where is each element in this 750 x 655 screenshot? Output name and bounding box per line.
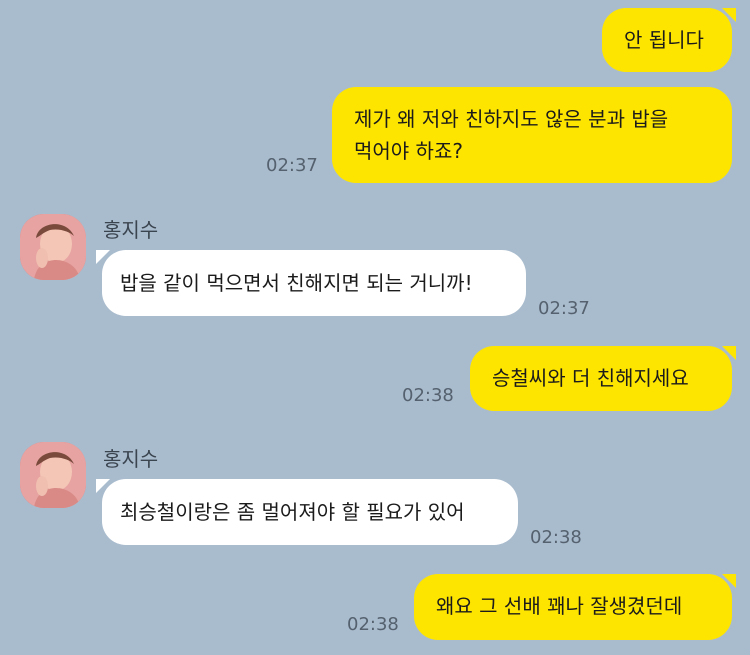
- message-text: 최승철이랑은 좀 멀어져야 할 필요가 있어: [120, 500, 465, 524]
- message-text-line: 제가 왜 저와 친하지도 않은 분과 밥을: [354, 107, 669, 131]
- message-text-line: 먹어야 하죠?: [354, 139, 463, 163]
- message-timestamp: 02:38: [530, 527, 582, 548]
- outgoing-message-bubble[interactable]: 왜요 그 선배 꽤나 잘생겼던데: [414, 574, 732, 640]
- incoming-message-bubble[interactable]: 밥을 같이 먹으면서 친해지면 되는 거니까!: [102, 250, 526, 316]
- sender-avatar[interactable]: [20, 214, 86, 280]
- outgoing-message-bubble[interactable]: 제가 왜 저와 친하지도 않은 분과 밥을 먹어야 하죠?: [332, 87, 732, 183]
- person-photo-icon: [20, 214, 86, 280]
- message-timestamp: 02:37: [266, 155, 318, 176]
- message-text: 왜요 그 선배 꽤나 잘생겼던데: [436, 594, 683, 618]
- sender-avatar[interactable]: [20, 442, 86, 508]
- message-timestamp: 02:38: [402, 385, 454, 406]
- outgoing-message-bubble[interactable]: 승철씨와 더 친해지세요: [470, 346, 732, 411]
- bubble-tail: [722, 8, 736, 22]
- chat-area: 안 됩니다 제가 왜 저와 친하지도 않은 분과 밥을 먹어야 하죠? 02:3…: [0, 0, 750, 655]
- bubble-tail: [722, 574, 736, 588]
- message-text: 밥을 같이 먹으면서 친해지면 되는 거니까!: [120, 271, 473, 295]
- message-text: 안 됩니다: [624, 28, 704, 52]
- message-timestamp: 02:37: [538, 298, 590, 319]
- message-timestamp: 02:38: [347, 614, 399, 635]
- bubble-tail: [96, 479, 110, 493]
- sender-name: 홍지수: [103, 218, 159, 242]
- sender-name: 홍지수: [103, 447, 159, 471]
- incoming-message-bubble[interactable]: 최승철이랑은 좀 멀어져야 할 필요가 있어: [102, 479, 518, 545]
- bubble-tail: [722, 346, 736, 360]
- bubble-tail: [96, 250, 110, 264]
- outgoing-message-bubble[interactable]: 안 됩니다: [602, 8, 732, 72]
- person-photo-icon: [20, 442, 86, 508]
- message-text: 승철씨와 더 친해지세요: [492, 366, 689, 390]
